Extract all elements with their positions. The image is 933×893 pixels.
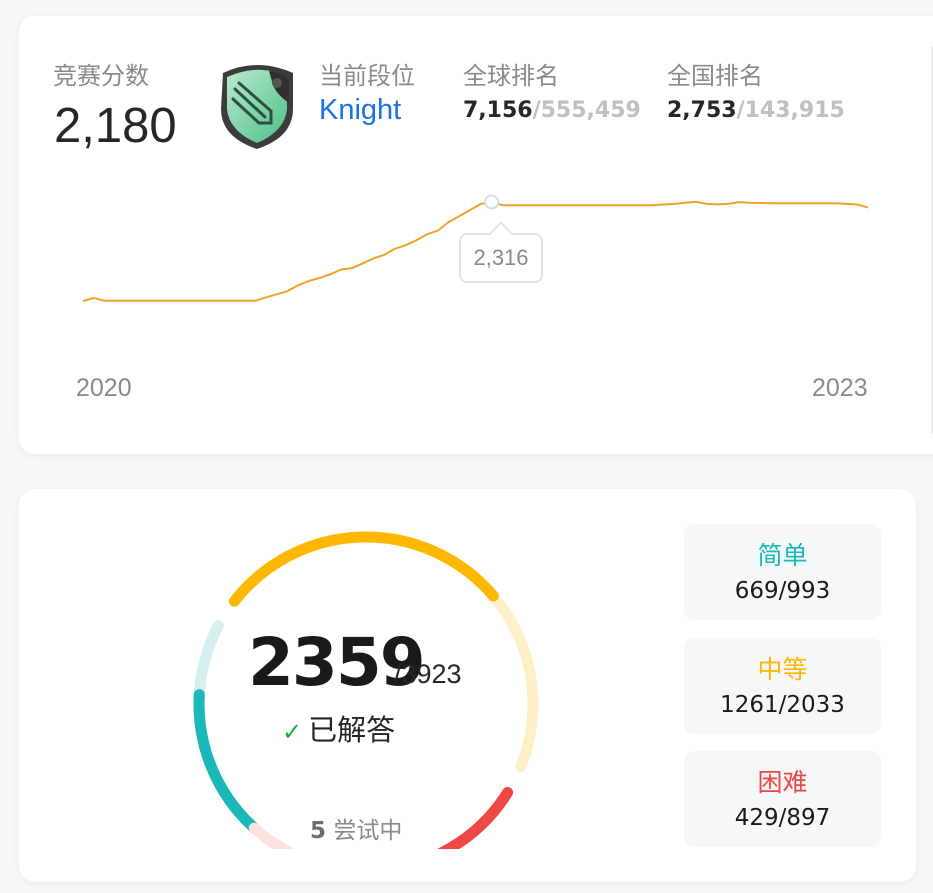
rating-tooltip: 2,316	[459, 233, 543, 283]
difficulty-easy[interactable]: 简单 669/993	[684, 524, 881, 620]
solved-label-text: 已解答	[308, 713, 396, 747]
difficulty-hard[interactable]: 困难 429/897	[684, 751, 881, 847]
attempting-label: 尝试中	[333, 818, 403, 844]
difficulty-medium-count: 1261/2033	[720, 692, 845, 718]
hard-progress	[436, 787, 514, 849]
difficulty-easy-label: 简单	[757, 541, 808, 570]
easy-progress	[193, 689, 260, 834]
difficulty-hard-count: 429/897	[734, 805, 831, 831]
rating-highlight-point	[484, 194, 500, 210]
attempting-count: 5	[310, 818, 327, 844]
difficulty-medium-label: 中等	[757, 655, 808, 684]
x-tick-end: 2023	[812, 374, 868, 402]
contest-rating-card: 竞赛分数 2,180 当前段位 Knight 全球排名 7,156/555,45…	[19, 16, 933, 454]
x-tick-start: 2020	[76, 374, 132, 402]
check-icon: ✓	[282, 718, 303, 746]
solved-total: /3923	[394, 659, 462, 689]
solved-problems-card: 2359 /3923 ✓ 已解答 5 尝试中 简单 669/993 中等 1261…	[19, 489, 916, 882]
solved-label: ✓ 已解答	[282, 707, 395, 749]
difficulty-medium[interactable]: 中等 1261/2033	[684, 638, 881, 734]
difficulty-hard-label: 困难	[757, 768, 808, 797]
attempting: 5 尝试中	[310, 811, 402, 845]
medium-progress	[228, 531, 499, 607]
difficulty-easy-count: 669/993	[734, 578, 831, 604]
